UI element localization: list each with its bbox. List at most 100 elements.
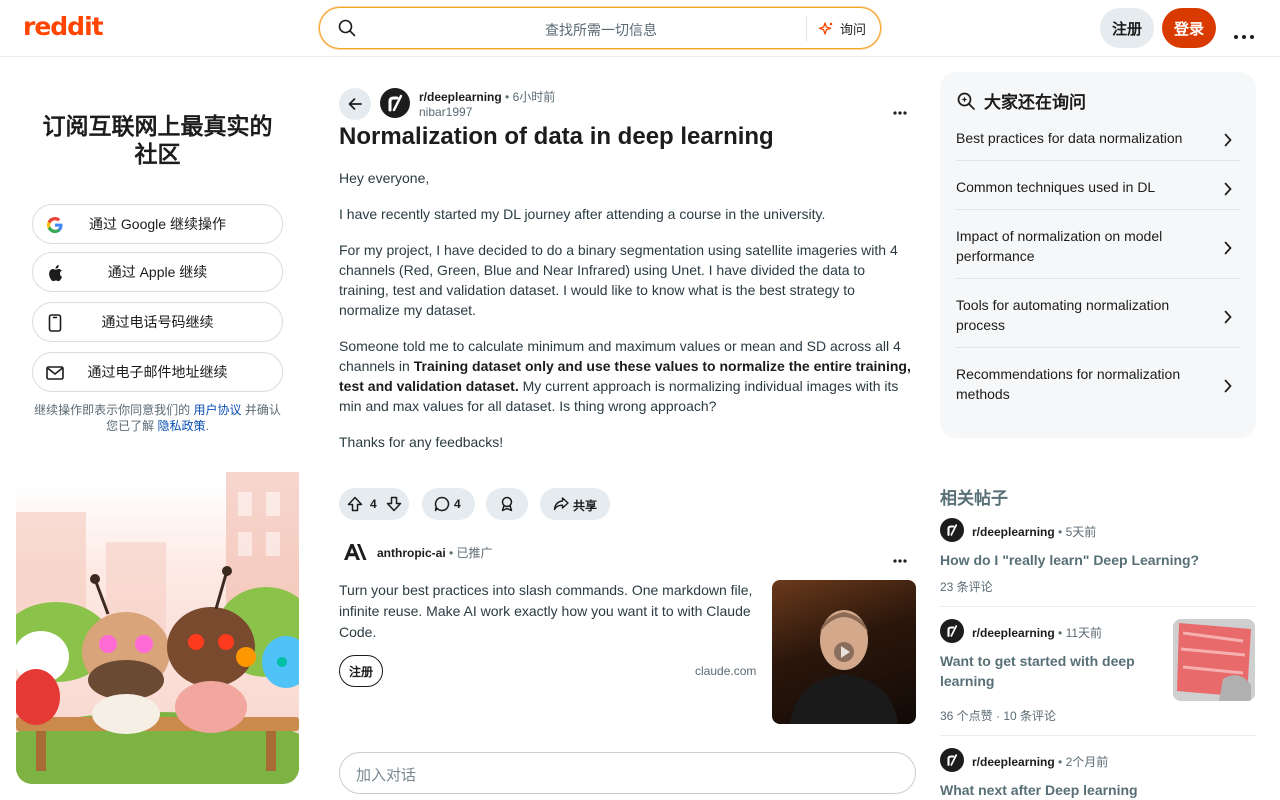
chevron-right-icon: [1224, 309, 1232, 329]
search-input[interactable]: 查找所需一切信息: [545, 20, 657, 40]
related-post-stats: 23 条评论: [940, 580, 993, 594]
promo-text[interactable]: Turn your best practices into slash comm…: [339, 580, 759, 643]
post-paragraph: Hey everyone,: [339, 170, 430, 186]
ask-item[interactable]: Recommendations for normalization method…: [956, 356, 1240, 417]
chevron-right-icon: [1224, 181, 1232, 201]
vote-control: 4: [339, 488, 409, 520]
ask-item-label: Impact of normalization on model perform…: [956, 228, 1163, 264]
post-paragraph: Thanks for any feedbacks!: [339, 434, 504, 450]
related-post[interactable]: r/deeplearning • 11天前 Want to get starte…: [940, 619, 1256, 725]
ask-button[interactable]: 询问: [818, 19, 866, 38]
related-post-meta: r/deeplearning • 2个月前: [972, 755, 1109, 769]
person-photo: [790, 610, 898, 724]
signup-button[interactable]: 注册: [1100, 8, 1154, 48]
ask-item-label: Tools for automating normalization proce…: [956, 297, 1170, 333]
deep-learning-book-image: [1173, 619, 1255, 701]
login-button[interactable]: 登录: [1162, 8, 1216, 48]
comment-count: 4: [454, 497, 461, 511]
promo-signup-button[interactable]: 注册: [339, 655, 383, 687]
related-posts-heading: 相关帖子: [940, 489, 1008, 508]
back-button[interactable]: [339, 88, 371, 120]
related-post-title[interactable]: Want to get started with deep learning: [940, 651, 1155, 691]
promo-video-thumbnail[interactable]: [772, 580, 916, 724]
ask-item[interactable]: Tools for automating normalization proce…: [956, 287, 1240, 348]
post-meta: r/deeplearning • 6小时前: [419, 90, 556, 104]
promoted-badge: 已推广: [456, 546, 493, 560]
share-icon: [553, 496, 569, 515]
signup-promo-panel: 订阅互联网上最真实的 社区 通过 Google 继续操作 通过 Apple 继续…: [16, 72, 299, 784]
upvote-icon[interactable]: [347, 496, 363, 515]
book-thumbnail[interactable]: [1173, 619, 1255, 701]
promo-account[interactable]: anthropic-ai: [377, 546, 446, 560]
arrow-left-icon: [348, 98, 362, 110]
post-body: Hey everyone, I have recently started my…: [339, 168, 917, 468]
promo-meta: anthropic-ai • 已推广: [377, 546, 493, 560]
privacy-policy-link[interactable]: 隐私政策: [157, 419, 205, 433]
google-icon: [45, 215, 65, 235]
post-title: Normalization of data in deep learning: [339, 123, 774, 150]
post-author[interactable]: nibar1997: [419, 105, 472, 119]
award-button[interactable]: [486, 488, 528, 520]
post-paragraph: For my project, I have decided to do a b…: [339, 242, 898, 318]
share-label: 共享: [573, 499, 598, 513]
related-post[interactable]: r/deeplearning • 5天前 How do I "really le…: [940, 518, 1256, 598]
related-post[interactable]: r/deeplearning • 2个月前 What next after De…: [940, 748, 1256, 800]
subreddit-r-icon: [388, 94, 403, 112]
ask-item-label: Common techniques used in DL: [956, 179, 1156, 195]
phone-signin-button[interactable]: 通过电话号码继续: [32, 302, 283, 342]
search-sparkle-icon: [957, 92, 975, 110]
top-bar: reddit 查找所需一切信息 询问 注册 登录: [0, 0, 1280, 57]
promo-domain-link[interactable]: claude.com: [695, 664, 756, 678]
ask-item[interactable]: Impact of normalization on model perform…: [956, 218, 1240, 279]
apple-signin-button[interactable]: 通过 Apple 继续: [32, 252, 283, 292]
post-more-icon[interactable]: [893, 102, 907, 120]
subreddit-avatar: [940, 518, 964, 542]
related-post-title[interactable]: What next after Deep learning: [940, 780, 1240, 800]
panel-title: 订阅互联网上最真实的 社区: [42, 113, 273, 167]
post-paragraph: I have recently started my DL journey af…: [339, 206, 826, 222]
mascot-illustration: [16, 472, 299, 784]
search-divider: [806, 16, 807, 41]
email-signin-label: 通过电子邮件地址继续: [87, 364, 228, 380]
related-post-stats: 36 个点赞 · 10 条评论: [940, 709, 1057, 723]
subreddit-avatar[interactable]: [380, 88, 410, 118]
divider: [940, 606, 1256, 607]
search-bar[interactable]: 查找所需一切信息 询问: [319, 7, 881, 49]
phone-icon: [45, 313, 65, 333]
share-button[interactable]: 共享: [540, 488, 610, 520]
anthropic-logo-icon[interactable]: [343, 543, 367, 566]
post-paragraph: Someone told me to calculate minimum and…: [339, 338, 911, 414]
subreddit-avatar: [940, 748, 964, 772]
reddit-logo[interactable]: reddit: [23, 12, 104, 41]
downvote-icon[interactable]: [386, 496, 402, 515]
ask-item[interactable]: Common techniques used in DL: [956, 169, 1240, 210]
terms-text: 继续操作即表示你同意我们的 用户协议 并确认您已了解 隐私政策.: [34, 403, 281, 433]
award-icon: [499, 496, 515, 515]
ask-label: 询问: [840, 22, 867, 37]
sparkle-icon: [818, 21, 833, 35]
people-also-ask-panel: 大家还在询问 Best practices for data normaliza…: [940, 72, 1256, 438]
search-icon: [338, 19, 356, 42]
ask-panel-heading: 大家还在询问: [956, 88, 1086, 113]
ask-item[interactable]: Best practices for data normalization: [956, 120, 1240, 161]
mail-icon: [45, 363, 65, 383]
email-signin-button[interactable]: 通过电子邮件地址继续: [32, 352, 283, 392]
ask-item-label: Recommendations for normalization method…: [956, 366, 1181, 402]
user-agreement-link[interactable]: 用户协议: [193, 403, 241, 417]
subreddit-avatar: [940, 619, 964, 643]
vote-count: 4: [370, 497, 377, 511]
apple-signin-label: 通过 Apple 继续: [107, 264, 208, 280]
subreddit-link[interactable]: r/deeplearning: [419, 90, 502, 104]
promo-more-icon[interactable]: [893, 550, 907, 568]
chevron-right-icon: [1224, 132, 1232, 152]
related-post-title[interactable]: How do I "really learn" Deep Learning?: [940, 550, 1240, 570]
comment-input[interactable]: 加入对话: [339, 752, 916, 794]
chevron-right-icon: [1224, 378, 1232, 398]
post-time: 6小时前: [512, 90, 556, 104]
ask-item-label: Best practices for data normalization: [956, 130, 1183, 146]
comments-button[interactable]: 4: [422, 488, 475, 520]
more-options-icon[interactable]: [1234, 26, 1254, 44]
phone-signin-label: 通过电话号码继续: [101, 314, 214, 330]
google-signin-button[interactable]: 通过 Google 继续操作: [32, 204, 283, 244]
google-signin-label: 通过 Google 继续操作: [89, 216, 226, 232]
